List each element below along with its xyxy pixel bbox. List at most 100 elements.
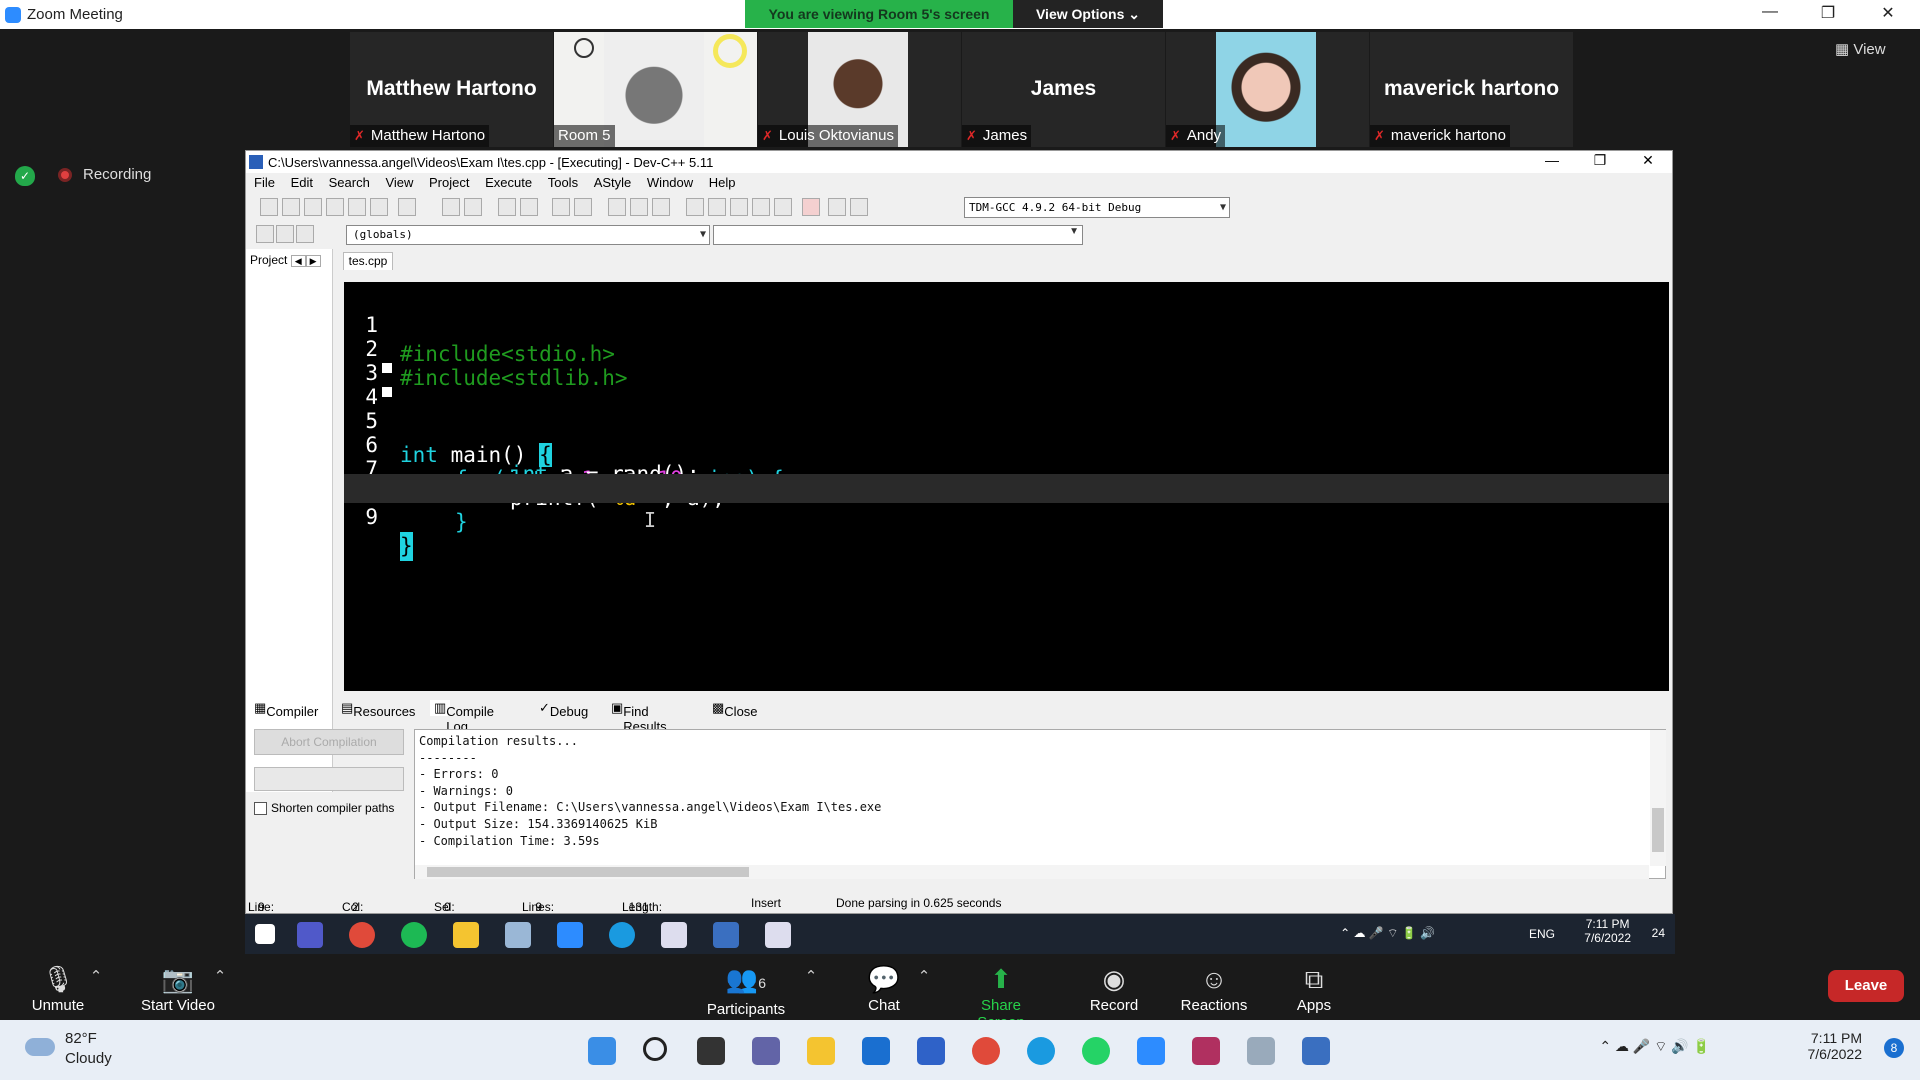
tab-close[interactable]: ▩ Close (712, 700, 758, 719)
devcpp-minimize-button[interactable]: — (1532, 152, 1572, 168)
notification-badge[interactable]: 8 (1884, 1038, 1904, 1058)
tab-compile-log[interactable]: ▥ Compile Log (430, 700, 494, 734)
edge-icon[interactable] (1027, 1037, 1055, 1065)
goto-icon[interactable] (552, 198, 570, 216)
replace-icon[interactable] (520, 198, 538, 216)
winrar-icon[interactable] (1192, 1037, 1220, 1065)
close-all-icon[interactable] (370, 198, 388, 216)
chat-button[interactable]: 💬 Chat (860, 965, 908, 1014)
devcpp-restore-button[interactable]: ❐ (1580, 152, 1620, 169)
menu-tools[interactable]: Tools (548, 173, 578, 193)
compile-icon[interactable] (686, 198, 704, 216)
log-vertical-scrollbar[interactable] (1650, 730, 1666, 866)
rebuild-all-icon[interactable] (752, 198, 770, 216)
tray-icons[interactable]: ⌃ ☁ 🎤 ⌔ 🔊 🔋 (1599, 1038, 1710, 1056)
video-options-chevron-icon[interactable]: ⌃ (212, 967, 228, 985)
participant-tile[interactable]: ✗ Andy (1166, 32, 1369, 147)
menu-execute[interactable]: Execute (485, 173, 532, 193)
scrollbar-thumb[interactable] (1652, 808, 1664, 852)
abort-compilation-button[interactable]: Abort Compilation (254, 729, 404, 755)
clock[interactable]: 7:11 PM 7/6/2022 (1808, 1030, 1863, 1062)
unmute-button[interactable]: 🎙 Unmute (26, 965, 90, 1014)
find-icon[interactable] (498, 198, 516, 216)
menu-astyle[interactable]: AStyle (594, 173, 632, 193)
undo-icon[interactable] (442, 198, 460, 216)
tab-compiler[interactable]: ▦ Compiler (254, 700, 318, 719)
menu-edit[interactable]: Edit (291, 173, 313, 193)
unindent-icon[interactable] (630, 198, 648, 216)
save-icon[interactable] (304, 198, 322, 216)
start-video-button[interactable]: 📷 Start Video (133, 965, 223, 1014)
file-tab[interactable]: tes.cpp (343, 252, 393, 270)
compiler-select[interactable]: TDM-GCC 4.9.2 64-bit Debug ▼ (964, 197, 1230, 218)
menu-project[interactable]: Project (429, 173, 469, 193)
task-view-icon[interactable] (697, 1037, 725, 1065)
chevron-right-icon[interactable]: ▶ (305, 255, 321, 267)
open-file-icon[interactable] (282, 198, 300, 216)
debug-icon[interactable] (850, 198, 868, 216)
chat-chevron-icon[interactable]: ⌃ (916, 967, 932, 985)
view-options-button[interactable]: View Options ⌄ (1013, 0, 1163, 28)
scope-select[interactable]: (globals) ▼ (346, 225, 710, 245)
mail-icon[interactable] (862, 1037, 890, 1065)
syntax-check-icon[interactable] (774, 198, 792, 216)
participant-tile[interactable]: Matthew Hartono ✗ Matthew Hartono (350, 32, 553, 147)
teams-chat-icon[interactable] (752, 1037, 780, 1065)
log-horizontal-scrollbar[interactable] (415, 865, 1649, 879)
chrome-icon[interactable] (972, 1037, 1000, 1065)
stop-execution-icon[interactable] (802, 198, 820, 216)
save-all-icon[interactable] (326, 198, 344, 216)
whatsapp-icon[interactable] (1082, 1037, 1110, 1065)
toggle-bookmark-icon[interactable] (574, 198, 592, 216)
apps-button[interactable]: ⧉ Apps (1290, 965, 1338, 1014)
whiteboard-icon[interactable] (917, 1037, 945, 1065)
fold-marker-icon[interactable] (382, 387, 392, 397)
shorten-paths-checkbox[interactable]: Shorten compiler paths (254, 801, 394, 816)
devcpp-icon[interactable] (1302, 1037, 1330, 1065)
compile-run-icon[interactable] (730, 198, 748, 216)
close-file-icon[interactable] (348, 198, 366, 216)
zoom-icon[interactable] (1137, 1037, 1165, 1065)
security-shield-icon[interactable]: ✓ (15, 166, 35, 186)
menu-view[interactable]: View (385, 173, 413, 193)
bookmark-icon[interactable] (296, 225, 314, 243)
tab-debug[interactable]: ✓ Debug (539, 700, 588, 719)
windows-start-icon[interactable] (588, 1037, 616, 1065)
tab-find-results[interactable]: ▣ Find Results (611, 700, 667, 734)
comment-icon[interactable] (652, 198, 670, 216)
menu-help[interactable]: Help (709, 173, 736, 193)
chevron-left-icon[interactable]: ◀ (290, 255, 306, 267)
restore-button[interactable]: ❐ (1808, 3, 1848, 27)
checkbox-box[interactable] (254, 802, 267, 816)
tab-resources[interactable]: ▤ Resources (341, 700, 415, 719)
minimize-button[interactable]: — (1750, 3, 1790, 27)
print-icon[interactable] (398, 198, 416, 216)
participants-button[interactable]: 👥6 Participants (702, 965, 790, 1018)
profile-icon[interactable] (828, 198, 846, 216)
view-layout-button[interactable]: ▦ View (1835, 40, 1886, 58)
participant-tile[interactable]: ✗ Louis Oktovianus (758, 32, 961, 147)
new-file-icon[interactable] (260, 198, 278, 216)
members-select[interactable]: ▼ (713, 225, 1083, 245)
file-explorer-icon[interactable] (807, 1037, 835, 1065)
menu-search[interactable]: Search (329, 173, 370, 193)
leave-button[interactable]: Leave (1828, 970, 1904, 1002)
fold-marker-icon[interactable] (382, 363, 392, 373)
participants-chevron-icon[interactable]: ⌃ (803, 967, 819, 985)
close-button[interactable]: ✕ (1868, 3, 1908, 27)
run-icon[interactable] (708, 198, 726, 216)
participant-tile[interactable]: James ✗ James (962, 32, 1165, 147)
window-icon[interactable] (1247, 1037, 1275, 1065)
goto-bookmark-icon[interactable] (276, 225, 294, 243)
code-editor[interactable]: 1 #include<stdio.h> 2 #include<stdlib.h>… (344, 282, 1669, 691)
participant-tile[interactable]: maverick hartono ✗ maverick hartono (1370, 32, 1573, 147)
project-tab[interactable]: Project ◀ ▶ (250, 253, 321, 267)
menu-file[interactable]: File (254, 173, 275, 193)
insert-icon[interactable] (256, 225, 274, 243)
scrollbar-thumb[interactable] (427, 867, 749, 877)
redo-icon[interactable] (464, 198, 482, 216)
record-button[interactable]: ◉ Record (1085, 965, 1143, 1014)
menu-window[interactable]: Window (647, 173, 693, 193)
reactions-button[interactable]: ☺ Reactions (1174, 965, 1254, 1014)
participant-tile[interactable]: Room 5 (554, 32, 757, 147)
